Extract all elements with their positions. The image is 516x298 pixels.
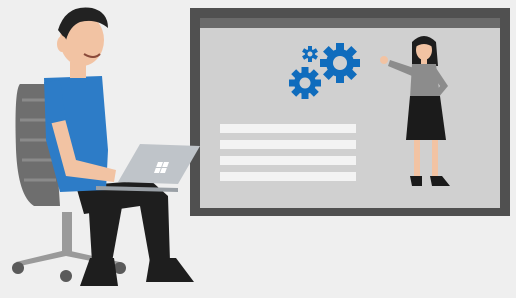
screen-top-bar [200, 18, 500, 28]
presentation-screen [190, 8, 510, 216]
slide-text-line [220, 140, 356, 149]
illustration [12, 7, 510, 286]
slide-text-line [220, 124, 356, 133]
slide-text-line [220, 172, 356, 181]
chair-post [62, 212, 72, 252]
slide-text-line [220, 156, 356, 165]
